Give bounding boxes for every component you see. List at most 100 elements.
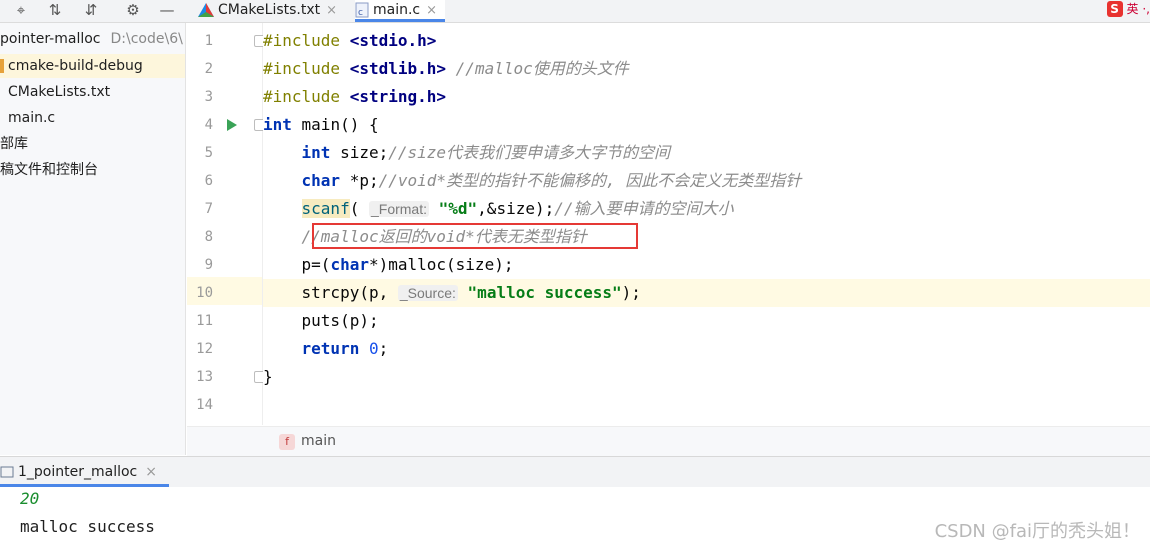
code-text: } [263,367,273,386]
code-comment: //size代表我们要申请多大字节的空间 [388,143,671,162]
expand-all-icon[interactable]: ⇅ [44,0,66,22]
ime-indicator: S英 ·, [1106,0,1150,20]
parameter-hint: _Source: [397,285,458,301]
run-tab-label: 1_pointer_malloc [18,464,138,480]
function-name: scanf [301,199,350,218]
pp-directive: #include [263,59,341,78]
watermark: CSDN @fai厅的秃头姐！ [934,521,1140,542]
code-text: strcpy(p, [301,283,398,302]
tree-item-label: CMakeLists.txt [8,84,111,100]
gear-icon[interactable]: ⚙ [122,0,144,22]
sogou-icon: S [1106,1,1123,17]
folder-icon [0,59,4,73]
tree-item-label: 部库 [0,136,28,152]
header-name: <stdlib.h> [349,59,447,78]
tab-run-config[interactable]: 1_pointer_malloc × [0,457,169,487]
tab-cmakelists[interactable]: CMakeLists.txt × [198,0,337,22]
code-comment: //malloc使用的头文件 [455,59,629,78]
pp-directive: #include [263,87,341,106]
project-panel: pointer-malloc D:\code\6\ cmake-build-deb… [0,23,186,455]
code-line-12: return 0; [263,335,1150,363]
collapse-all-icon[interactable]: ⇵ [80,0,102,22]
ime-text: 英 ·, [1126,2,1150,16]
project-root-label: pointer-malloc [0,31,101,47]
code-line-6: char *p;//void*类型的指针不能偏移的, 因此不会定义无类型指针 [263,167,1150,195]
line-number: 7 [204,201,213,217]
code-line-5: int size;//size代表我们要申请多大字节的空间 [263,139,1150,167]
close-icon[interactable]: × [326,3,337,18]
header-name: <stdio.h> [349,31,437,50]
console-icon [0,466,14,478]
breadcrumb-label: main [301,433,336,449]
console-input-line: 20 [20,489,40,508]
line-number: 12 [196,341,213,357]
keyword: char [301,171,341,190]
line-number: 6 [204,173,213,189]
keyword: int [263,115,292,134]
project-root[interactable]: pointer-malloc D:\code\6\ [0,27,185,51]
close-icon[interactable]: × [145,464,157,480]
parameter-hint: _Format: [368,201,429,217]
function-badge-icon: f [279,434,295,450]
tree-item-cmakelists[interactable]: CMakeLists.txt [0,80,185,104]
breadcrumb[interactable]: f main [279,433,336,450]
header-name: <string.h> [349,87,447,106]
code-line-11: puts(p); [263,307,1150,335]
line-number: 9 [204,257,213,273]
code-text: ); [621,283,641,302]
tab-label: main.c [373,2,421,18]
line-number: 4 [204,117,213,133]
cmake-icon [0,85,4,99]
line-number: 3 [204,89,213,105]
tab-main-c[interactable]: c main.c × [355,0,446,22]
code-line-2: #include <stdlib.h> //malloc使用的头文件 [263,55,1150,83]
line-number: 10 [196,285,213,301]
run-icon[interactable] [227,119,237,131]
tree-item-scratches[interactable]: 稿文件和控制台 [0,158,185,182]
project-root-path: D:\code\6\ [110,31,183,47]
code-line-4: int main() { [263,111,1150,139]
line-number: 13 [196,369,213,385]
code-text: ,&size); [477,199,555,218]
editor-gutter: 1 2 3 4 5 6 7 8 9 10 11 12 13 14 [187,23,266,425]
line-number: 14 [196,397,213,413]
code-comment: //输入要申请的空间大小 [554,199,734,218]
tree-item-label: main.c [8,110,56,126]
minimize-icon[interactable]: — [156,0,178,22]
string-literal: "malloc success" [467,283,622,302]
line-number: 5 [204,145,213,161]
code-comment: //void*类型的指针不能偏移的, 因此不会定义无类型指针 [378,171,802,190]
svg-text:c: c [358,8,363,18]
string-literal: "%d" [438,199,478,218]
console-output-line: malloc success [20,517,155,536]
line-number: 11 [196,313,213,329]
c-file-icon [0,111,4,125]
code-line-7: scanf( _Format: "%d",&size);//输入要申请的空间大小 [263,195,1150,223]
tree-item-main-c[interactable]: main.c [0,106,185,130]
number-literal: 0 [368,339,379,358]
top-bar: ⌖ ⇅ ⇵ ⚙ — CMakeLists.txt × c main.c × S英 ·… [0,0,1150,23]
code-text: ; [378,339,389,358]
code-line-1: #include <stdio.h> [263,27,1150,55]
code-text: puts(p); [301,311,379,330]
tree-item-libraries[interactable]: 部库 [0,132,185,156]
tree-item-label: 稿文件和控制台 [0,162,98,178]
code-line-9: p=(char*)malloc(size); [263,251,1150,279]
pp-directive: #include [263,31,341,50]
breadcrumb-bar: f main [187,426,1150,456]
code-text: size; [330,143,389,162]
highlight-annotation-box [312,223,638,249]
line-number: 1 [204,33,213,49]
run-tool-window-tabs: 1_pointer_malloc × [0,456,1150,487]
c-file-icon: c [355,2,369,18]
tree-item-cmake-build-debug[interactable]: cmake-build-debug [0,54,185,78]
crosshair-icon[interactable]: ⌖ [10,0,32,22]
code-text: *)malloc(size); [368,255,514,274]
cmake-icon [198,3,214,17]
close-icon[interactable]: × [426,3,437,18]
code-line-13: } [263,363,1150,391]
code-line-10: strcpy(p, _Source: "malloc success"); [263,279,1150,307]
keyword: int [301,143,331,162]
code-text: ( [349,199,360,218]
code-text: main() { [291,115,379,134]
